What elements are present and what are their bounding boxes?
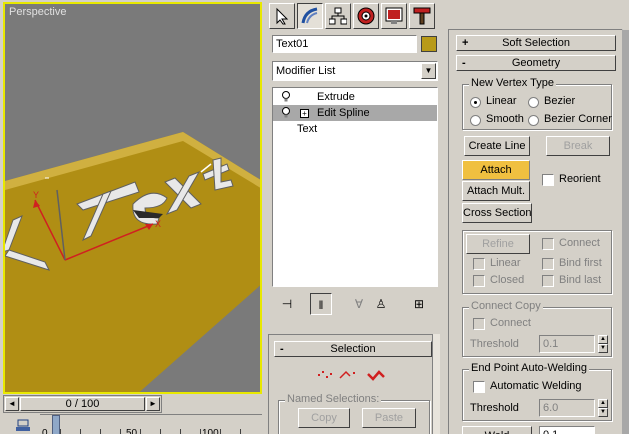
- hierarchy-tab[interactable]: [325, 3, 351, 29]
- make-unique-icon[interactable]: ∀: [348, 293, 370, 315]
- utilities-icon: [413, 7, 431, 25]
- refine-button[interactable]: Refine: [466, 234, 530, 254]
- threshold-label: Threshold: [470, 402, 519, 414]
- reorient-checkbox[interactable]: Reorient: [542, 173, 612, 187]
- motion-tab[interactable]: [353, 3, 379, 29]
- group-label: Named Selections:: [285, 393, 382, 405]
- track-bar-ruler[interactable]: 0 50 100: [40, 414, 262, 434]
- time-slider[interactable]: ◄ 0 / 100 ►: [3, 395, 162, 413]
- group-label: Connect Copy: [469, 300, 543, 312]
- svg-text:X: X: [155, 219, 161, 229]
- chevron-down-icon[interactable]: ▼: [421, 63, 436, 79]
- copy-button[interactable]: Copy: [298, 408, 350, 428]
- left-panel-scrollbar[interactable]: [432, 334, 440, 434]
- connect-threshold-spinner[interactable]: ▲ ▼: [598, 335, 608, 353]
- stack-item-extrude[interactable]: Extrude: [273, 89, 437, 105]
- viewport-label[interactable]: Perspective: [9, 6, 66, 18]
- paste-button[interactable]: Paste: [362, 408, 416, 428]
- stack-item-label: Text: [297, 123, 318, 135]
- bezier-corner-radio[interactable]: Bezier Corner: [528, 113, 612, 127]
- configure-modifier-sets-icon[interactable]: ⊞: [408, 293, 430, 315]
- lightbulb-icon[interactable]: [281, 91, 291, 103]
- create-tab[interactable]: [269, 3, 295, 29]
- modify-tab[interactable]: [297, 3, 323, 29]
- automatic-welding-checkbox[interactable]: Automatic Welding: [473, 380, 593, 394]
- soft-selection-rollout-header[interactable]: + Soft Selection: [456, 35, 616, 51]
- expand-icon: +: [462, 37, 469, 49]
- group-label: End Point Auto-Welding: [469, 362, 589, 374]
- modifier-list-dropdown[interactable]: Modifier List ▼: [272, 61, 438, 81]
- linear-radio[interactable]: Linear: [470, 95, 530, 109]
- modify-icon: [301, 7, 318, 24]
- geometry-rollout-header[interactable]: - Geometry: [456, 55, 616, 71]
- viewport-scene: X Y: [5, 132, 260, 392]
- remove-modifier-icon[interactable]: ♙: [370, 293, 392, 315]
- rollout-title: Soft Selection: [502, 37, 570, 49]
- current-frame-marker: [52, 415, 60, 434]
- show-end-result-icon[interactable]: ‖: [310, 293, 332, 315]
- cross-section-button[interactable]: Cross Section: [462, 203, 532, 223]
- motion-icon: [357, 7, 375, 25]
- bezier-radio[interactable]: Bezier: [528, 95, 588, 109]
- prev-frame-button[interactable]: ◄: [5, 397, 19, 411]
- hierarchy-icon: [329, 7, 347, 25]
- tick-label: 100: [202, 428, 219, 434]
- track-bar-icon[interactable]: [16, 418, 30, 432]
- modifier-list-label: Modifier List: [276, 65, 336, 77]
- expand-plus-icon[interactable]: +: [300, 109, 309, 118]
- group-label: New Vertex Type: [469, 77, 556, 89]
- sub-object-level-icons[interactable]: [316, 368, 388, 382]
- next-frame-button[interactable]: ►: [146, 397, 160, 411]
- attach-button[interactable]: Attach: [462, 160, 530, 180]
- bind-first-checkbox[interactable]: Bind first: [542, 257, 608, 271]
- threshold-label: Threshold: [470, 338, 519, 350]
- break-button[interactable]: Break: [546, 136, 610, 156]
- tick-label: 50: [126, 428, 138, 434]
- connect-checkbox[interactable]: Connect: [542, 237, 608, 251]
- stack-item-text[interactable]: Text: [273, 121, 437, 137]
- bind-last-checkbox[interactable]: Bind last: [542, 274, 608, 288]
- object-color-swatch[interactable]: [421, 36, 437, 52]
- object-name-field[interactable]: Text01: [272, 35, 417, 53]
- weld-threshold-field[interactable]: 6.0: [539, 399, 595, 417]
- attach-mult-button[interactable]: Attach Mult.: [462, 181, 530, 201]
- weld-value-field[interactable]: 0.1: [539, 426, 595, 434]
- modifier-stack[interactable]: Extrude + Edit Spline Text: [272, 87, 438, 287]
- rollout-title: Geometry: [511, 57, 561, 69]
- closed-checkbox[interactable]: Closed: [473, 274, 529, 288]
- right-panel-scrollbar[interactable]: [622, 30, 629, 434]
- connect-threshold-field[interactable]: 0.1: [539, 335, 595, 353]
- stack-item-label: Extrude: [317, 91, 355, 103]
- display-tab[interactable]: [381, 3, 407, 29]
- weld-button[interactable]: Weld: [462, 426, 532, 434]
- stack-item-label: Edit Spline: [317, 107, 370, 119]
- stack-item-edit-spline[interactable]: + Edit Spline: [273, 105, 437, 121]
- create-line-button[interactable]: Create Line: [464, 136, 530, 156]
- connect-copy-checkbox[interactable]: Connect: [473, 317, 539, 331]
- utilities-tab[interactable]: [409, 3, 435, 29]
- smooth-radio[interactable]: Smooth: [470, 113, 530, 127]
- pin-stack-icon[interactable]: ⊣: [276, 293, 298, 315]
- display-icon: [385, 7, 403, 24]
- lightbulb-icon[interactable]: [281, 107, 291, 119]
- collapse-icon: -: [462, 57, 466, 69]
- stack-toolbar: ⊣ ‖ ∀ ♙ ⊞: [272, 293, 438, 317]
- time-slider-thumb[interactable]: 0 / 100: [20, 397, 145, 411]
- svg-text:Y: Y: [33, 190, 39, 200]
- weld-threshold-spinner[interactable]: ▲ ▼: [598, 399, 608, 417]
- perspective-viewport[interactable]: X Y Perspective: [3, 2, 262, 394]
- track-bar[interactable]: 0 50 100: [0, 414, 262, 434]
- tick-label: 0: [42, 428, 48, 434]
- command-panel-tabs: [269, 3, 443, 29]
- create-icon: [276, 7, 289, 25]
- linear-checkbox[interactable]: Linear: [473, 257, 529, 271]
